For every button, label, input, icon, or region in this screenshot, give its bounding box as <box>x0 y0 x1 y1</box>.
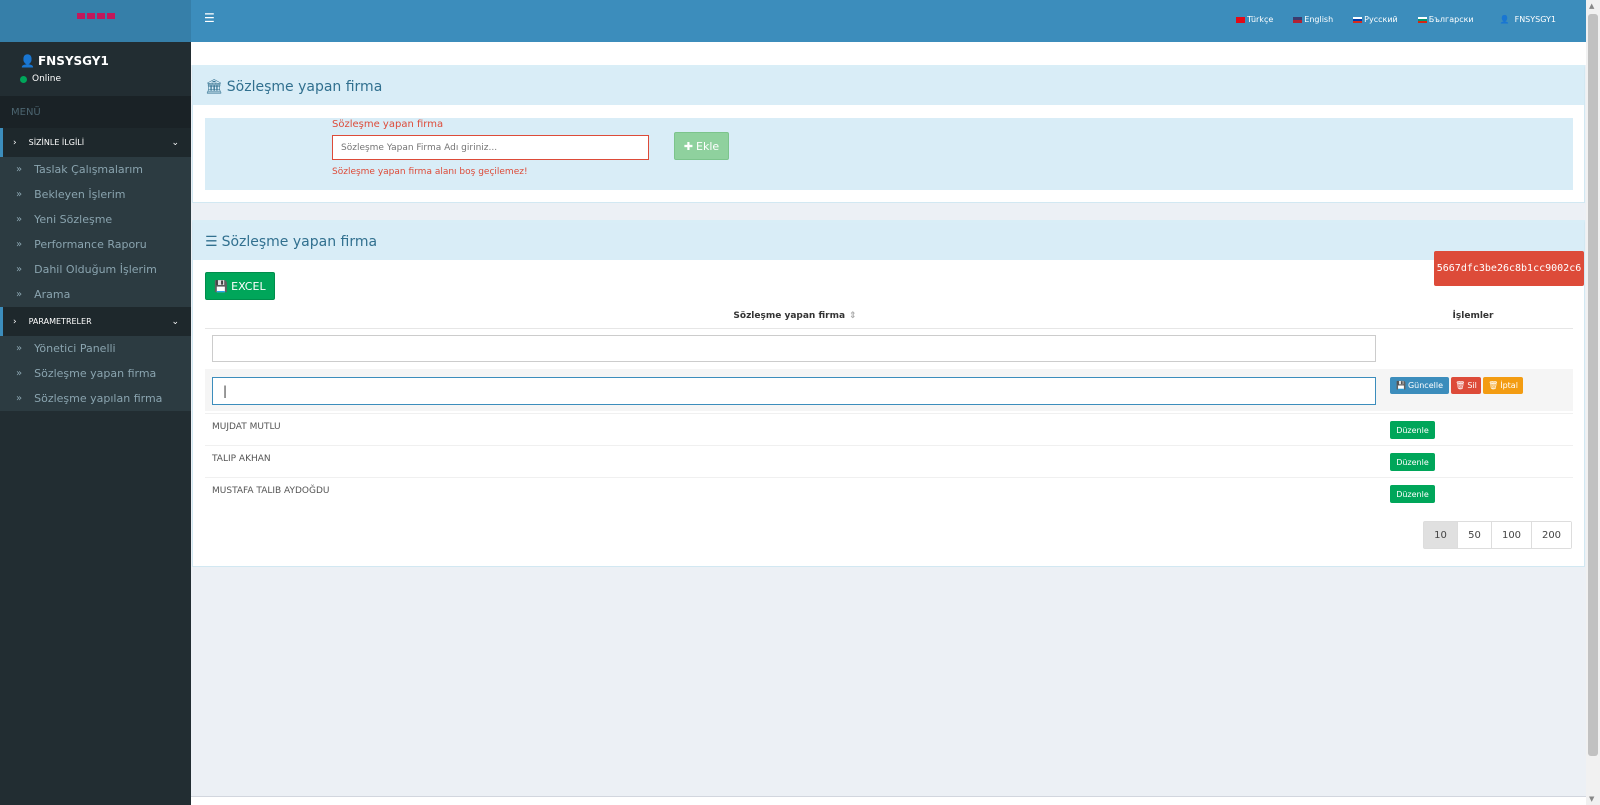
double-angle-icon: » <box>16 393 23 404</box>
save-icon: 💾 <box>214 279 229 293</box>
bulgaria-flag-icon <box>1417 16 1427 23</box>
language-switcher: Türkçe English Русский Български 👤 FNSYSG… <box>1236 15 1556 24</box>
column-header-islemler: İşlemler <box>1452 310 1494 321</box>
table-row: MUJDAT MUTLU Düzenle <box>205 413 1573 445</box>
us-flag-icon <box>1293 16 1303 23</box>
sidebar-item-performance[interactable]: » Performance Raporu <box>0 232 191 257</box>
sidebar-item-sozlesme-yapilan[interactable]: » Sözleşme yapılan firma <box>0 386 191 411</box>
scroll-down-icon[interactable]: ▼ <box>1589 795 1594 803</box>
page-size-selector: 10 50 100 200 <box>1423 521 1572 549</box>
firma-label: Sözleşme yapan firma <box>332 119 444 130</box>
vertical-scrollbar[interactable]: ▲ ▼ <box>1586 0 1600 805</box>
table-row: TALIP AKHAN Düzenle <box>205 445 1573 477</box>
menu-group-label: SİZİNLE İLGİLİ <box>28 138 85 147</box>
user-name: FNSYSGY1 <box>37 54 109 68</box>
list-box-title: Sözleşme yapan firma <box>221 233 378 250</box>
sort-icon: ⇕ <box>849 310 857 321</box>
menu-group-parametreler[interactable]: › PARAMETRELER ⌄ <box>0 307 191 336</box>
firma-name-input[interactable] <box>332 135 649 160</box>
user-status: Online <box>32 74 62 84</box>
excel-button[interactable]: 💾 EXCEL <box>205 272 275 300</box>
double-angle-icon: » <box>16 164 23 175</box>
page-size-200[interactable]: 200 <box>1531 522 1571 548</box>
lang-russian[interactable]: Русский <box>1353 15 1398 24</box>
sidebar-item-arama[interactable]: » Arama <box>0 282 191 307</box>
hamburger-icon[interactable]: ☰ <box>204 11 215 25</box>
filter-input[interactable] <box>212 335 1376 362</box>
bank-icon: 🏛 <box>205 78 223 95</box>
sidebar-item-dahil[interactable]: » Dahil Olduğum İşlerim <box>0 257 191 282</box>
form-box: 🏛 Sözleşme yapan firma Sözleşme yapan fi… <box>192 65 1585 203</box>
menu-header: MENÜ <box>0 96 191 128</box>
user-icon: 👤 <box>1499 15 1510 24</box>
lang-english[interactable]: English <box>1293 15 1333 24</box>
column-header-firma[interactable]: Sözleşme yapan firma ⇕ <box>205 303 1385 328</box>
list-icon: ☰ <box>205 233 218 250</box>
update-button[interactable]: 💾 Güncelle <box>1390 377 1449 394</box>
sidebar-item-sozlesme-yapan[interactable]: » Sözleşme yapan firma <box>0 361 191 386</box>
sidebar-item-bekleyen[interactable]: » Bekleyen İşlerim <box>0 182 191 207</box>
sidebar-item-taslak[interactable]: » Taslak Çalışmalarım <box>0 157 191 182</box>
lang-turkce[interactable]: Türkçe <box>1236 15 1273 24</box>
chevron-down-icon: ⌄ <box>171 137 179 148</box>
edit-button[interactable]: Düzenle <box>1390 453 1435 471</box>
turkey-flag-icon <box>1236 16 1246 23</box>
user-icon: 👤 <box>20 54 35 68</box>
user-panel: 👤 FNSYSGY1 Online <box>0 42 191 96</box>
double-angle-icon: » <box>16 214 23 225</box>
content-header <box>191 42 1586 65</box>
row-firma-name: TALIP AKHAN <box>212 454 271 464</box>
table-row: MUSTAFA TALIB AYDOĞDU Düzenle <box>205 477 1573 509</box>
online-dot-icon <box>20 75 27 83</box>
hash-badge: 5667dfc3be26c8b1cc9002c6 <box>1434 251 1584 286</box>
scroll-up-icon[interactable]: ▲ <box>1589 2 1594 10</box>
edit-button[interactable]: Düzenle <box>1390 485 1435 503</box>
menu-group-label: PARAMETRELER <box>28 317 92 326</box>
sidebar-item-yonetici[interactable]: » Yönetici Panelli <box>0 336 191 361</box>
chevron-right-icon: › <box>13 316 17 327</box>
row-firma-name: MUSTAFA TALIB AYDOĞDU <box>212 486 330 496</box>
scroll-thumb[interactable] <box>1588 14 1598 756</box>
edit-firma-input[interactable]: | <box>212 377 1376 405</box>
logo-icon <box>76 13 115 19</box>
delete-button[interactable]: 🗑 Sil <box>1451 377 1481 394</box>
double-angle-icon: » <box>16 289 23 300</box>
row-firma-name: MUJDAT MUTLU <box>212 422 281 432</box>
submenu-sizinle-ilgili: » Taslak Çalışmalarım » Bekleyen İşlerim »… <box>0 157 191 307</box>
footer <box>191 796 1586 805</box>
submenu-parametreler: » Yönetici Panelli » Sözleşme yapan firma … <box>0 336 191 411</box>
trash-icon: 🗑 <box>1488 381 1499 390</box>
double-angle-icon: » <box>16 189 23 200</box>
page-size-50[interactable]: 50 <box>1457 522 1491 548</box>
page-size-10[interactable]: 10 <box>1424 522 1457 548</box>
sidebar-item-yeni-sozlesme[interactable]: » Yeni Sözleşme <box>0 207 191 232</box>
logo[interactable] <box>0 0 191 42</box>
save-icon: 💾 <box>1396 381 1406 390</box>
double-angle-icon: » <box>16 368 23 379</box>
add-button[interactable]: ✚ Ekle <box>674 132 729 160</box>
list-box: ☰ Sözleşme yapan firma 5667dfc3be26c8b1c… <box>192 220 1585 567</box>
content-area: 🏛 Sözleşme yapan firma Sözleşme yapan fi… <box>191 42 1586 797</box>
chevron-right-icon: › <box>13 137 17 148</box>
topbar-user-menu[interactable]: 👤 FNSYSGY1 <box>1500 15 1556 24</box>
edit-row: | 💾 Güncelle 🗑 Sil 🗑 İptal <box>205 369 1573 411</box>
page-size-100[interactable]: 100 <box>1491 522 1531 548</box>
header-divider <box>205 328 1573 329</box>
form-area: Sözleşme yapan firma Sözleşme yapan firm… <box>205 118 1573 190</box>
trash-icon: 🗑 <box>1455 381 1466 390</box>
firma-error-message: Sözleşme yapan firma alanı boş geçilemez… <box>332 167 528 177</box>
double-angle-icon: » <box>16 343 23 354</box>
form-box-title: Sözleşme yapan firma <box>226 78 383 95</box>
menu-group-sizinle-ilgili[interactable]: › SİZİNLE İLGİLİ ⌄ <box>0 128 191 157</box>
edit-button[interactable]: Düzenle <box>1390 421 1435 439</box>
double-angle-icon: » <box>16 239 23 250</box>
topbar: ☰ Türkçe English Русский Български 👤 FNSY… <box>191 0 1586 42</box>
double-angle-icon: » <box>16 264 23 275</box>
russia-flag-icon <box>1353 16 1363 23</box>
plus-icon: ✚ <box>683 139 694 153</box>
cancel-button[interactable]: 🗑 İptal <box>1483 377 1523 394</box>
chevron-down-icon: ⌄ <box>171 316 179 327</box>
lang-bulgarian[interactable]: Български <box>1417 15 1474 24</box>
sidebar: 👤 FNSYSGY1 Online MENÜ › SİZİNLE İLGİLİ … <box>0 0 191 805</box>
